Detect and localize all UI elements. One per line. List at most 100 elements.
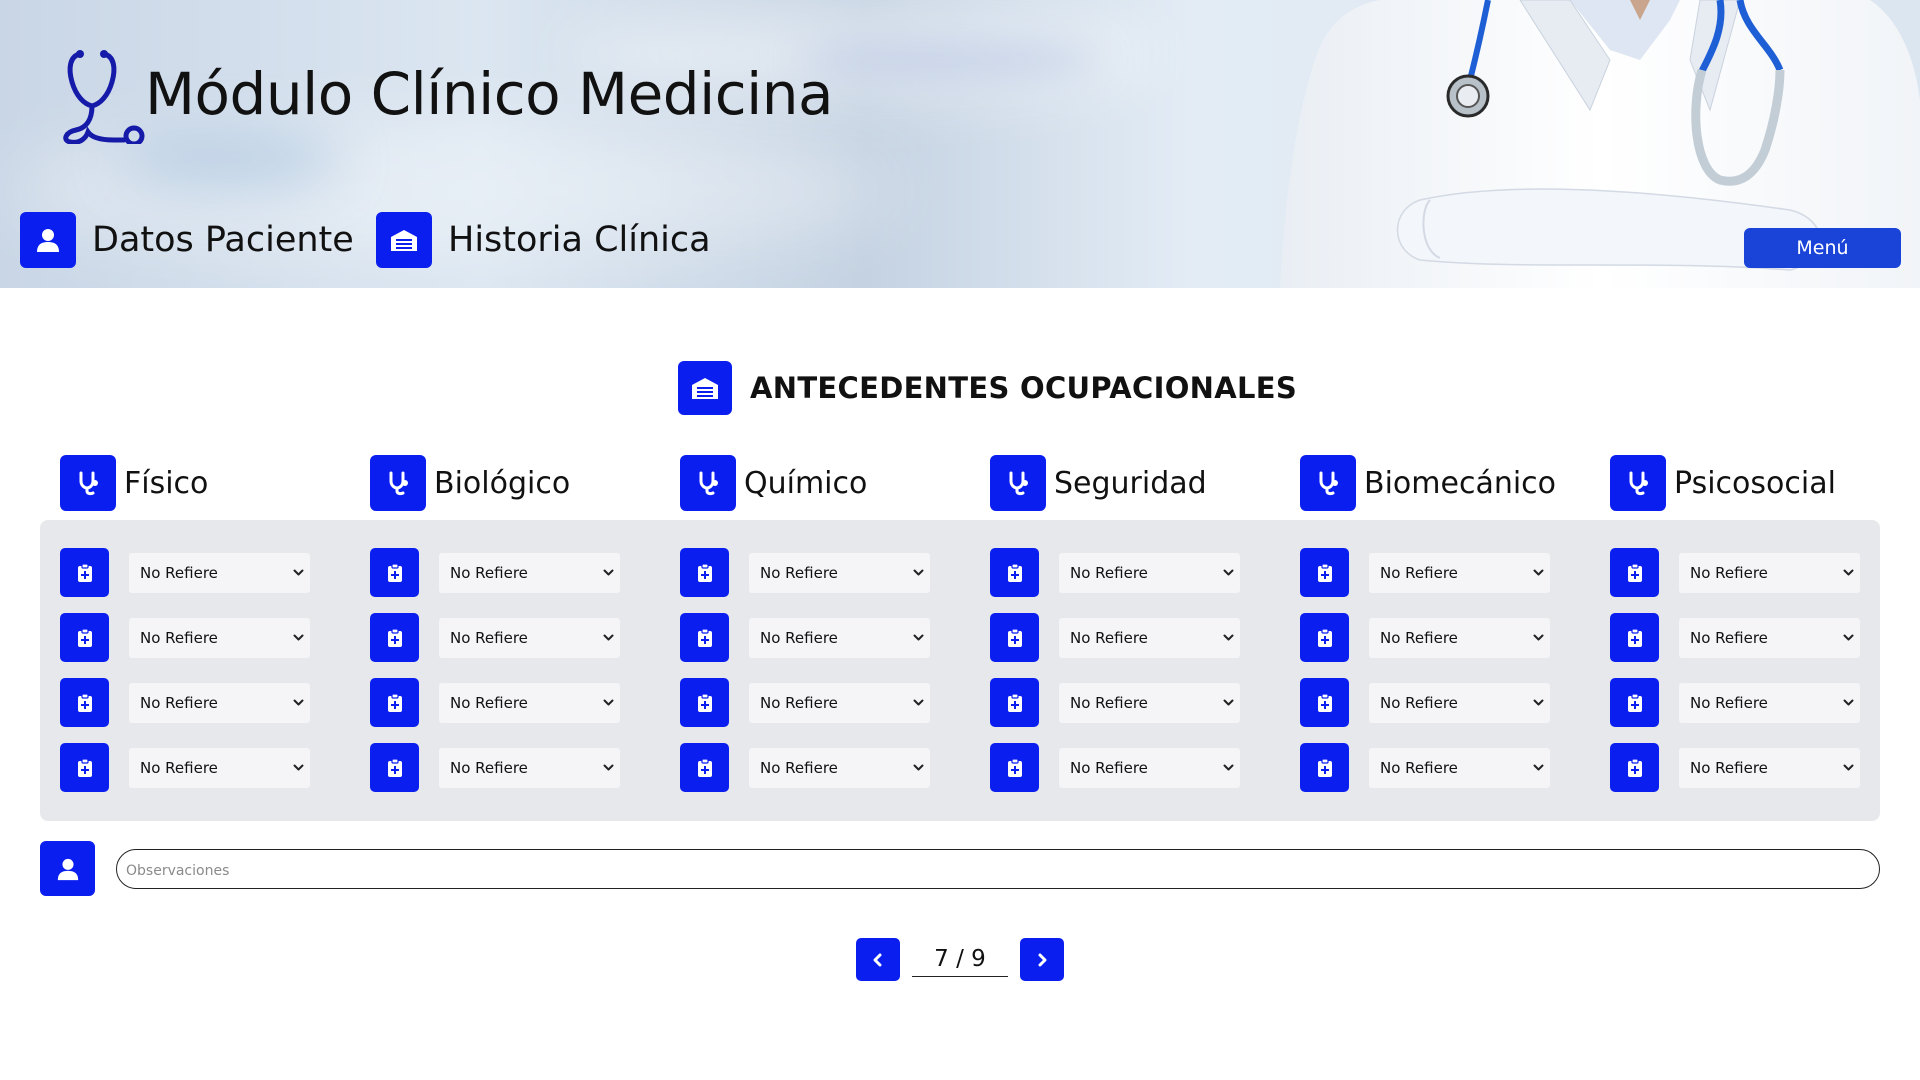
hospital-icon	[678, 361, 732, 415]
risk-factor-select[interactable]: No Refiere	[1369, 747, 1550, 788]
clipboard-medical-icon[interactable]	[990, 548, 1039, 597]
risk-factor-select[interactable]: No Refiere	[1059, 552, 1240, 593]
chevron-down-icon	[603, 699, 614, 707]
user-icon	[20, 212, 76, 268]
clipboard-medical-icon[interactable]	[1300, 613, 1349, 662]
risk-factor-row: No Refiere	[60, 678, 310, 727]
select-value: No Refiere	[1070, 758, 1148, 777]
chevron-down-icon	[1533, 634, 1544, 642]
clipboard-medical-icon[interactable]	[60, 743, 109, 792]
select-value: No Refiere	[450, 563, 528, 582]
risk-factor-row: No Refiere	[1610, 678, 1860, 727]
clipboard-medical-icon[interactable]	[370, 548, 419, 597]
menu-button[interactable]: Menú	[1744, 228, 1901, 268]
clipboard-medical-icon[interactable]	[370, 743, 419, 792]
chevron-down-icon	[293, 699, 304, 707]
risk-factor-select[interactable]: No Refiere	[129, 682, 310, 723]
clipboard-medical-icon[interactable]	[1610, 743, 1659, 792]
risk-factor-select[interactable]: No Refiere	[1059, 682, 1240, 723]
risk-factor-row: No Refiere	[370, 548, 620, 597]
clipboard-medical-icon[interactable]	[60, 678, 109, 727]
chevron-down-icon	[293, 634, 304, 642]
observations-input[interactable]	[116, 849, 1880, 889]
risk-factor-select[interactable]: No Refiere	[1679, 617, 1860, 658]
select-value: No Refiere	[760, 693, 838, 712]
risk-factor-row: No Refiere	[60, 743, 310, 792]
select-value: No Refiere	[1690, 628, 1768, 647]
next-page-button[interactable]	[1020, 938, 1064, 981]
chevron-down-icon	[1843, 634, 1854, 642]
clipboard-medical-icon[interactable]	[1610, 613, 1659, 662]
risk-factor-select[interactable]: No Refiere	[749, 617, 930, 658]
risk-factor-select[interactable]: No Refiere	[439, 747, 620, 788]
risk-factor-select[interactable]: No Refiere	[439, 552, 620, 593]
select-value: No Refiere	[760, 563, 838, 582]
risk-factor-select[interactable]: No Refiere	[1679, 747, 1860, 788]
risk-factor-row: No Refiere	[990, 548, 1240, 597]
chevron-down-icon	[603, 634, 614, 642]
risk-factor-select[interactable]: No Refiere	[1059, 617, 1240, 658]
category-header: Físico	[60, 455, 208, 511]
category-label: Psicosocial	[1674, 465, 1836, 501]
clipboard-medical-icon[interactable]	[1610, 678, 1659, 727]
select-value: No Refiere	[760, 628, 838, 647]
clipboard-medical-icon[interactable]	[990, 743, 1039, 792]
previous-page-button[interactable]	[856, 938, 900, 981]
risk-factor-row: No Refiere	[680, 743, 930, 792]
risk-factor-select[interactable]: No Refiere	[1059, 747, 1240, 788]
clipboard-medical-icon[interactable]	[680, 548, 729, 597]
clipboard-medical-icon[interactable]	[680, 613, 729, 662]
clipboard-medical-icon[interactable]	[1610, 548, 1659, 597]
select-value: No Refiere	[1690, 563, 1768, 582]
select-value: No Refiere	[760, 758, 838, 777]
select-value: No Refiere	[1070, 693, 1148, 712]
risk-factor-select[interactable]: No Refiere	[749, 552, 930, 593]
category-label: Biológico	[434, 465, 571, 501]
select-value: No Refiere	[1380, 563, 1458, 582]
clipboard-medical-icon[interactable]	[1300, 548, 1349, 597]
risk-factor-select[interactable]: No Refiere	[1679, 682, 1860, 723]
clipboard-medical-icon[interactable]	[680, 743, 729, 792]
clipboard-medical-icon[interactable]	[60, 613, 109, 662]
clipboard-medical-icon[interactable]	[1300, 678, 1349, 727]
nav-patient-label: Datos Paciente	[92, 220, 354, 260]
chevron-down-icon	[603, 569, 614, 577]
chevron-down-icon	[913, 569, 924, 577]
clipboard-medical-icon[interactable]	[370, 613, 419, 662]
risk-factor-row: No Refiere	[370, 678, 620, 727]
risk-factor-select[interactable]: No Refiere	[1369, 552, 1550, 593]
risk-factor-select[interactable]: No Refiere	[129, 617, 310, 658]
clipboard-medical-icon[interactable]	[990, 678, 1039, 727]
header-banner: Módulo Clínico Medicina Datos Paciente H…	[0, 0, 1920, 288]
clipboard-medical-icon[interactable]	[680, 678, 729, 727]
clipboard-medical-icon[interactable]	[60, 548, 109, 597]
risk-factor-select[interactable]: No Refiere	[1369, 617, 1550, 658]
risk-factor-row: No Refiere	[370, 743, 620, 792]
clipboard-medical-icon[interactable]	[1300, 743, 1349, 792]
risk-factor-select[interactable]: No Refiere	[439, 617, 620, 658]
select-value: No Refiere	[1690, 693, 1768, 712]
clipboard-medical-icon[interactable]	[990, 613, 1039, 662]
risk-factor-select[interactable]: No Refiere	[1679, 552, 1860, 593]
risk-factor-row: No Refiere	[680, 613, 930, 662]
select-value: No Refiere	[450, 628, 528, 647]
risk-factor-select[interactable]: No Refiere	[749, 747, 930, 788]
risk-factor-select[interactable]: No Refiere	[1369, 682, 1550, 723]
app-title: Módulo Clínico Medicina	[145, 60, 834, 128]
select-value: No Refiere	[1380, 758, 1458, 777]
risk-factor-select[interactable]: No Refiere	[749, 682, 930, 723]
risk-factor-select[interactable]: No Refiere	[439, 682, 620, 723]
nav-patient-data[interactable]: Datos Paciente	[20, 212, 354, 268]
nav-clinical-history[interactable]: Historia Clínica	[376, 212, 711, 268]
hospital-icon	[376, 212, 432, 268]
risk-factor-select[interactable]: No Refiere	[129, 747, 310, 788]
select-value: No Refiere	[1380, 628, 1458, 647]
clipboard-medical-icon[interactable]	[370, 678, 419, 727]
risk-factor-select[interactable]: No Refiere	[129, 552, 310, 593]
chevron-down-icon	[603, 764, 614, 772]
select-value: No Refiere	[140, 628, 218, 647]
chevron-down-icon	[1223, 634, 1234, 642]
stethoscope-icon	[60, 455, 116, 511]
stethoscope-icon	[680, 455, 736, 511]
section-title: ANTECEDENTES OCUPACIONALES	[678, 361, 1297, 415]
